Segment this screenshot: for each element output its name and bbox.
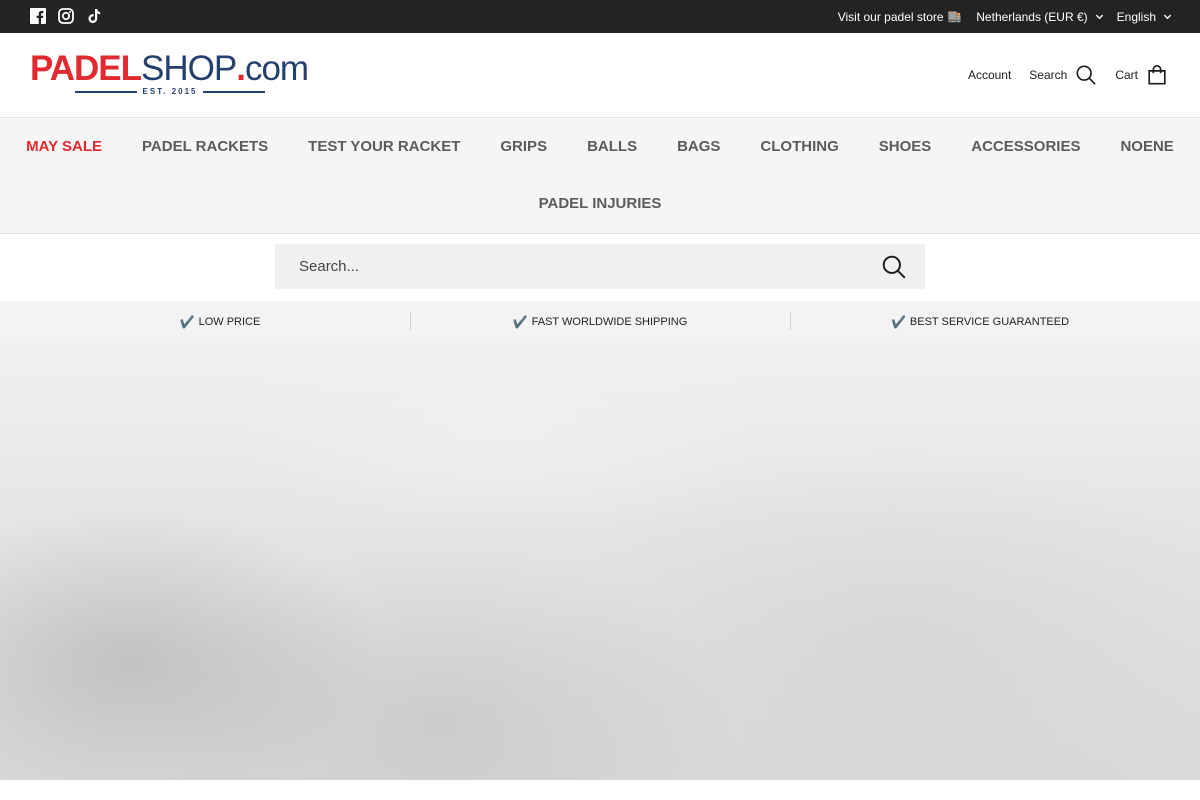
nav-item-shoes[interactable]: SHOES: [859, 138, 952, 156]
usp-bar: ✔️ LOW PRICE ✔️ FAST WORLDWIDE SHIPPING …: [0, 301, 1200, 342]
shopping-bag-icon: [1148, 65, 1166, 85]
facebook-icon[interactable]: [30, 8, 46, 24]
search-input[interactable]: [275, 244, 875, 289]
main-navigation: MAY SALE PADEL RACKETS TEST YOUR RACKET …: [0, 118, 1200, 234]
nav-item-may-sale[interactable]: MAY SALE: [6, 138, 122, 156]
hero-banner[interactable]: [0, 342, 1200, 780]
visit-store-label: Visit our padel store: [837, 9, 944, 24]
nav-item-clothing[interactable]: CLOTHING: [740, 138, 858, 156]
country-selector[interactable]: Netherlands (EUR €): [976, 10, 1103, 24]
logo-shop: SHOP: [141, 49, 237, 88]
logo-established: EST. 2015: [75, 87, 266, 96]
language-selector[interactable]: English: [1117, 10, 1172, 24]
visit-store-link[interactable]: Visit our padel store 🏬: [838, 10, 962, 24]
chevron-down-icon: [1163, 14, 1172, 20]
logo-padel: PADEL: [30, 49, 142, 88]
logo-wordmark: PADELSHOP.com: [30, 49, 309, 88]
account-label: Account: [967, 68, 1012, 82]
nav-item-grips[interactable]: GRIPS: [480, 138, 567, 156]
nav-item-bags[interactable]: BAGS: [657, 138, 740, 156]
usp-item: ✔️ BEST SERVICE GUARANTEED: [790, 301, 1170, 342]
nav-row: MAY SALE PADEL RACKETS TEST YOUR RACKET …: [0, 138, 1200, 156]
search-submit-icon[interactable]: [881, 254, 907, 280]
site-header: PADELSHOP.com EST. 2015 Account Search C…: [0, 33, 1200, 118]
usp-text: FAST WORLDWIDE SHIPPING: [531, 315, 688, 328]
usp-text: LOW PRICE: [198, 315, 261, 328]
logo-divider: [75, 90, 137, 93]
top-bar: Visit our padel store 🏬 Netherlands (EUR…: [0, 0, 1200, 33]
usp-item: ✔️ FAST WORLDWIDE SHIPPING: [410, 301, 790, 342]
nav-item-accessories[interactable]: ACCESSORIES: [951, 138, 1100, 156]
nav-item-balls[interactable]: BALLS: [567, 138, 657, 156]
cart-link[interactable]: Cart: [1115, 64, 1168, 86]
nav-item-padel-injuries[interactable]: PADEL INJURIES: [519, 195, 682, 213]
language-label: English: [1116, 9, 1156, 24]
instagram-icon[interactable]: [58, 8, 74, 24]
nav-item-test-your-racket[interactable]: TEST YOUR RACKET: [288, 138, 480, 156]
nav-item-padel-rackets[interactable]: PADEL RACKETS: [122, 138, 288, 156]
store-icon: 🏬: [947, 11, 962, 23]
search-link[interactable]: Search: [1029, 64, 1097, 86]
site-logo[interactable]: PADELSHOP.com EST. 2015: [30, 51, 312, 101]
social-links: [30, 8, 102, 24]
top-bar-right: Visit our padel store 🏬 Netherlands (EUR…: [838, 0, 1172, 33]
nav-row: PADEL INJURIES: [0, 195, 1200, 213]
account-link[interactable]: Account: [968, 68, 1011, 82]
usp-text: BEST SERVICE GUARANTEED: [909, 315, 1070, 328]
logo-dot: .: [236, 49, 246, 88]
chevron-down-icon: [1095, 14, 1103, 20]
tiktok-icon[interactable]: [86, 8, 102, 24]
logo-com: com: [244, 49, 309, 88]
checkmark-icon: ✔️: [512, 314, 528, 329]
checkmark-icon: ✔️: [890, 314, 906, 329]
logo-est-text: EST. 2015: [142, 87, 198, 96]
cart-label: Cart: [1115, 68, 1138, 82]
logo-divider: [203, 90, 266, 93]
header-actions: Account Search Cart: [968, 33, 1168, 117]
country-label: Netherlands (EUR €): [976, 9, 1088, 24]
nav-item-noene[interactable]: NOENE: [1100, 138, 1193, 156]
search-label: Search: [1029, 68, 1068, 82]
checkmark-icon: ✔️: [179, 314, 195, 329]
usp-item: ✔️ LOW PRICE: [30, 301, 410, 342]
search-icon: [1076, 65, 1097, 85]
search-bar: [275, 244, 925, 289]
